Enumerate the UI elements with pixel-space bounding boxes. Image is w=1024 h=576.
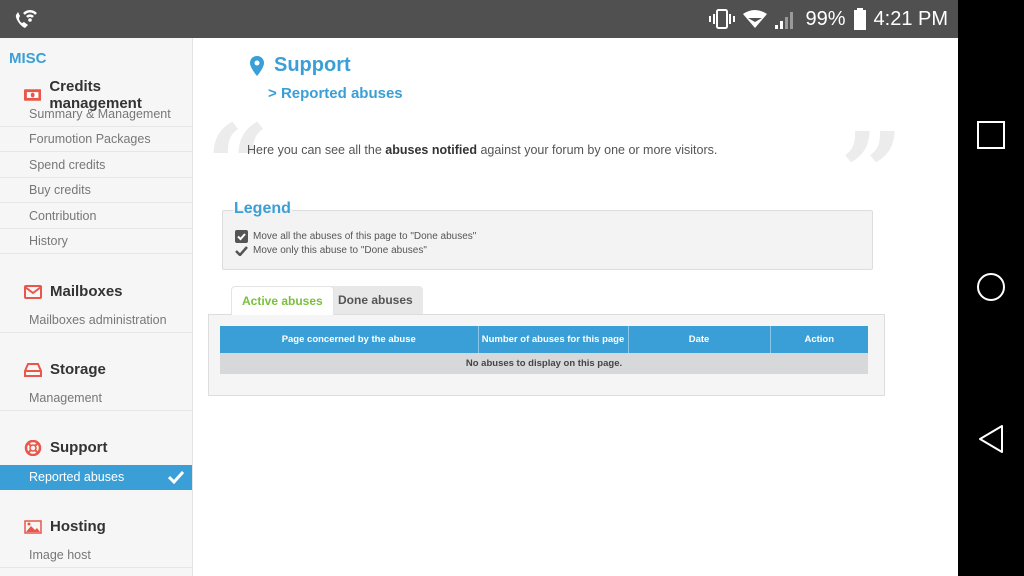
table-header-row: Page concerned by the abuse Number of ab… bbox=[220, 326, 868, 353]
table-row: No abuses to display on this page. bbox=[220, 353, 868, 374]
legend-title: Legend bbox=[233, 200, 292, 218]
breadcrumb[interactable]: > Reported abuses bbox=[268, 85, 403, 102]
money-icon bbox=[24, 89, 42, 101]
status-bar: 99% 4:21 PM bbox=[0, 0, 958, 38]
tab-done-abuses[interactable]: Done abuses bbox=[328, 286, 423, 315]
android-nav-bar bbox=[958, 0, 1024, 576]
sidebar-section-title: MISC bbox=[9, 50, 47, 67]
wifi-calling-icon bbox=[15, 10, 37, 28]
sidebar-group-support[interactable]: Support bbox=[24, 439, 108, 456]
wifi-icon bbox=[743, 10, 768, 28]
sidebar: MISC Credits management Summary & Manage… bbox=[0, 38, 193, 576]
sidebar-item-contribution[interactable]: Contribution bbox=[0, 204, 192, 229]
sidebar-item-storage-management[interactable]: Management bbox=[0, 386, 192, 411]
sidebar-item-spend-credits[interactable]: Spend credits bbox=[0, 153, 192, 178]
column-header-date[interactable]: Date bbox=[628, 326, 771, 353]
column-header-count[interactable]: Number of abuses for this page bbox=[478, 326, 629, 353]
sidebar-group-hosting[interactable]: Hosting bbox=[24, 518, 106, 535]
sidebar-item-packages[interactable]: Forumotion Packages bbox=[0, 127, 192, 152]
sidebar-group-mailboxes[interactable]: Mailboxes bbox=[24, 283, 123, 300]
legend-row-single: Move only this abuse to "Done abuses" bbox=[235, 245, 427, 256]
sidebar-item-summary[interactable]: Summary & Management bbox=[0, 102, 192, 127]
vibrate-icon bbox=[709, 9, 736, 29]
legend-row-all: Move all the abuses of this page to "Don… bbox=[235, 230, 476, 243]
sidebar-item-history[interactable]: History bbox=[0, 229, 192, 254]
battery-percent: 99% bbox=[805, 7, 846, 30]
screen: 99% 4:21 PM MISC Credits management Summ… bbox=[0, 0, 958, 576]
image-icon bbox=[24, 519, 42, 534]
column-header-page[interactable]: Page concerned by the abuse bbox=[220, 326, 479, 353]
hard-drive-icon bbox=[24, 362, 42, 377]
map-marker-icon bbox=[250, 55, 264, 76]
sidebar-item-mailboxes-admin[interactable]: Mailboxes administration bbox=[0, 308, 192, 333]
recent-apps-button[interactable] bbox=[976, 120, 1006, 150]
check-icon bbox=[168, 470, 184, 484]
clock: 4:21 PM bbox=[873, 7, 948, 30]
main-content: Support > Reported abuses “ ” Here you c… bbox=[194, 38, 958, 576]
battery-icon bbox=[853, 8, 866, 30]
column-header-action[interactable]: Action bbox=[770, 326, 868, 353]
home-button[interactable] bbox=[976, 272, 1006, 302]
abuses-table: Page concerned by the abuse Number of ab… bbox=[220, 326, 868, 374]
sidebar-item-image-host[interactable]: Image host bbox=[0, 543, 192, 568]
check-icon bbox=[235, 246, 248, 256]
chevron-right-icon: > bbox=[268, 85, 281, 102]
empty-message: No abuses to display on this page. bbox=[220, 353, 868, 374]
abuses-panel: Page concerned by the abuse Number of ab… bbox=[208, 314, 885, 396]
sidebar-item-reported-abuses[interactable]: Reported abuses bbox=[0, 465, 192, 490]
back-button[interactable] bbox=[976, 424, 1006, 454]
signal-icon bbox=[775, 12, 794, 29]
envelope-icon bbox=[24, 284, 42, 299]
lifebuoy-icon bbox=[24, 439, 42, 456]
page-description: Here you can see all the abuses notified… bbox=[247, 143, 718, 157]
checkbox-checked-icon bbox=[235, 230, 248, 243]
legend-box: Move all the abuses of this page to "Don… bbox=[222, 210, 873, 270]
page-title: Support bbox=[250, 54, 351, 77]
tab-active-abuses[interactable]: Active abuses bbox=[231, 286, 334, 315]
sidebar-group-storage[interactable]: Storage bbox=[24, 361, 106, 378]
sidebar-item-buy-credits[interactable]: Buy credits bbox=[0, 178, 192, 203]
